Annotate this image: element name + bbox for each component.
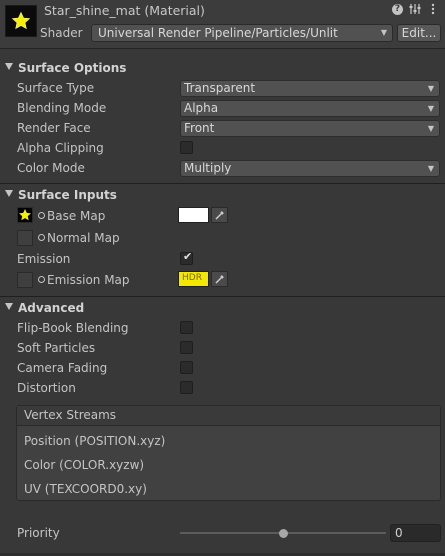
base-map-texture-slot[interactable] bbox=[17, 207, 33, 223]
chevron-down-icon: ▼ bbox=[427, 104, 434, 113]
material-header: Star_shine_mat (Material) ? Shader Unive… bbox=[0, 0, 445, 49]
soft-particles-checkbox[interactable] bbox=[180, 341, 193, 354]
surface-type-value: Transparent bbox=[184, 81, 256, 95]
flipbook-blending-checkbox[interactable] bbox=[180, 321, 193, 334]
eyedropper-icon bbox=[215, 275, 224, 284]
camera-fading-label: Camera Fading bbox=[17, 361, 108, 375]
list-item[interactable]: Color (COLOR.xyzw) bbox=[24, 458, 144, 472]
emission-map-texture-slot[interactable] bbox=[17, 272, 33, 288]
surface-type-label: Surface Type bbox=[17, 81, 95, 95]
surface-options-foldout[interactable]: Surface Options bbox=[0, 60, 445, 78]
priority-input[interactable]: 0 bbox=[390, 524, 441, 542]
emission-label: Emission bbox=[17, 252, 71, 266]
star-icon bbox=[11, 11, 31, 30]
priority-label: Priority bbox=[17, 526, 60, 540]
section-title: Surface Options bbox=[18, 61, 127, 75]
vertex-streams-list: Vertex Streams Position (POSITION.xyz) C… bbox=[16, 405, 441, 501]
list-item[interactable]: Position (POSITION.xyz) bbox=[24, 434, 165, 448]
eyedropper-button[interactable] bbox=[211, 207, 228, 223]
eyedropper-button[interactable] bbox=[211, 271, 228, 287]
color-mode-value: Multiply bbox=[184, 161, 232, 175]
help-icon[interactable]: ? bbox=[392, 3, 403, 15]
soft-particles-label: Soft Particles bbox=[17, 341, 96, 355]
emission-checkbox[interactable]: ✔ bbox=[180, 250, 193, 265]
distortion-label: Distortion bbox=[17, 381, 76, 395]
alpha-clipping-checkbox[interactable] bbox=[180, 141, 193, 154]
object-picker-icon[interactable] bbox=[38, 276, 45, 283]
object-picker-icon[interactable] bbox=[38, 234, 45, 241]
render-face-dropdown[interactable]: Front ▼ bbox=[180, 120, 440, 137]
emission-color-swatch[interactable]: HDR bbox=[178, 271, 209, 287]
eyedropper-icon bbox=[215, 211, 224, 220]
normal-map-texture-slot[interactable] bbox=[17, 230, 33, 246]
checkmark-icon: ✔ bbox=[183, 250, 193, 263]
alpha-clipping-label: Alpha Clipping bbox=[17, 141, 104, 155]
settings-sliders-icon[interactable] bbox=[409, 3, 421, 15]
more-menu-icon[interactable] bbox=[427, 3, 439, 15]
list-item[interactable]: UV (TEXCOORD0.xy) bbox=[24, 482, 147, 496]
flipbook-blending-label: Flip-Book Blending bbox=[17, 321, 129, 335]
edit-shader-button[interactable]: Edit... bbox=[397, 24, 441, 42]
emission-map-label: Emission Map bbox=[47, 273, 130, 287]
hdr-tag: HDR bbox=[182, 273, 202, 283]
shader-label: Shader bbox=[40, 26, 83, 40]
base-map-label: Base Map bbox=[47, 209, 106, 223]
section-title: Surface Inputs bbox=[18, 188, 117, 202]
blending-mode-value: Alpha bbox=[184, 101, 219, 115]
star-icon bbox=[19, 209, 31, 221]
distortion-checkbox[interactable] bbox=[180, 381, 193, 394]
render-face-label: Render Face bbox=[17, 121, 91, 135]
blending-mode-label: Blending Mode bbox=[17, 101, 107, 115]
shader-value: Universal Render Pipeline/Particles/Unli… bbox=[98, 26, 338, 40]
priority-slider-handle[interactable] bbox=[279, 529, 288, 538]
object-picker-icon[interactable] bbox=[38, 212, 45, 219]
surface-type-dropdown[interactable]: Transparent ▼ bbox=[180, 80, 440, 97]
chevron-down-icon: ▼ bbox=[380, 28, 387, 37]
foldout-arrow-icon bbox=[5, 63, 13, 70]
render-face-value: Front bbox=[184, 121, 215, 135]
foldout-arrow-icon bbox=[5, 303, 13, 310]
normal-map-label: Normal Map bbox=[47, 231, 120, 245]
blending-mode-dropdown[interactable]: Alpha ▼ bbox=[180, 100, 440, 117]
material-title: Star_shine_mat (Material) bbox=[44, 3, 205, 18]
shader-dropdown[interactable]: Universal Render Pipeline/Particles/Unli… bbox=[91, 24, 393, 42]
base-map-color-swatch[interactable] bbox=[178, 207, 209, 223]
chevron-down-icon: ▼ bbox=[427, 124, 434, 133]
vertex-streams-header: Vertex Streams bbox=[17, 406, 440, 426]
color-mode-dropdown[interactable]: Multiply ▼ bbox=[180, 160, 440, 177]
chevron-down-icon: ▼ bbox=[427, 164, 434, 173]
advanced-foldout[interactable]: Advanced bbox=[0, 300, 445, 318]
foldout-arrow-icon bbox=[5, 190, 13, 197]
material-preview-thumbnail[interactable] bbox=[5, 5, 37, 37]
section-divider bbox=[0, 296, 445, 297]
color-mode-label: Color Mode bbox=[17, 161, 85, 175]
section-title: Advanced bbox=[18, 301, 85, 315]
surface-inputs-foldout[interactable]: Surface Inputs bbox=[0, 187, 445, 205]
camera-fading-checkbox[interactable] bbox=[180, 361, 193, 374]
section-divider bbox=[0, 183, 445, 184]
chevron-down-icon: ▼ bbox=[427, 84, 434, 93]
